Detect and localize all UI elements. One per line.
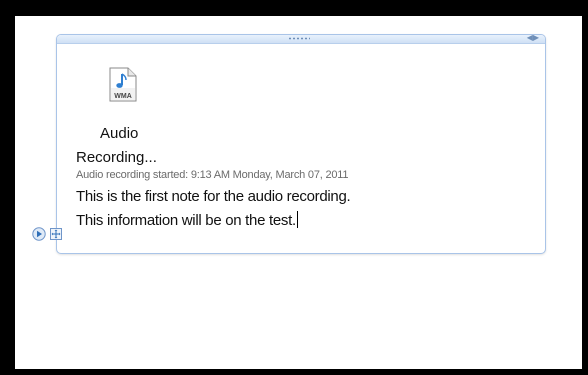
audio-file-type-label: WMA (114, 93, 132, 100)
note-text-line[interactable]: This is the first note for the audio rec… (76, 188, 351, 205)
play-arrow-icon[interactable] (32, 227, 46, 241)
grip-icon[interactable] (288, 37, 310, 40)
audio-recording-subtitle[interactable]: Recording... (76, 149, 157, 166)
note-container-header[interactable]: ◀▶ (57, 35, 545, 44)
audio-recording-timestamp: Audio recording started: 9:13 AM Monday,… (76, 169, 349, 181)
resize-icon[interactable]: ◀▶ (527, 35, 539, 43)
note-text-line-2: This information will be on the test. (76, 212, 296, 229)
note-text-line[interactable]: This information will be on the test. (76, 211, 298, 229)
page-canvas[interactable]: ◀▶ WMA Audio Recording... Audio recordin… (15, 16, 582, 369)
move-handle-icon[interactable] (50, 228, 62, 240)
audio-file-icon[interactable]: WMA (108, 67, 138, 103)
text-caret (296, 211, 298, 228)
note-text-line-1: This is the first note for the audio rec… (76, 188, 351, 205)
audio-recording-title[interactable]: Audio (100, 125, 138, 142)
note-container[interactable]: ◀▶ WMA Audio Recording... Audio recordin… (56, 34, 546, 254)
